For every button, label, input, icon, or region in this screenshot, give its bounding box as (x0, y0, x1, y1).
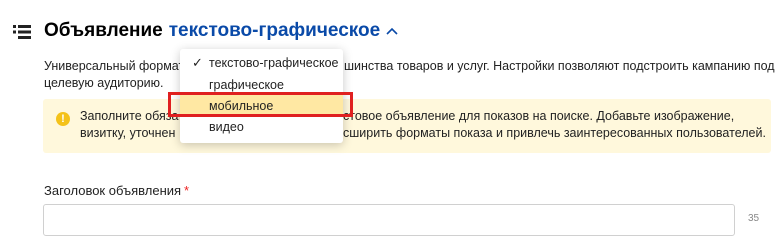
warning-icon: ! (56, 112, 70, 126)
description-text: шинства товаров и услуг. Настройки позво… (344, 59, 775, 73)
headline-label: Заголовок объявления * (44, 183, 190, 198)
notice-text: визитку, уточнен (80, 126, 176, 140)
description-text: целевую аудиторию. (44, 76, 164, 90)
check-icon: ✓ (192, 55, 203, 70)
highlight-box (168, 92, 353, 117)
dropdown-item-text-graphic[interactable]: ✓ текстово-графическое (180, 52, 343, 74)
chevron-up-icon[interactable] (386, 27, 398, 35)
char-counter: 35 (748, 213, 760, 224)
notice-text: Заполните обяза (80, 109, 179, 123)
description-text: Универсальный формат - (44, 59, 192, 73)
required-mark: * (184, 183, 190, 198)
notice-banner: ! Заполните обяза стовое объявление для … (43, 99, 771, 153)
dropdown-item-video[interactable]: видео (180, 116, 343, 138)
headline-input[interactable] (43, 204, 735, 236)
list-icon (13, 25, 31, 39)
page-title: Объявление текстово-графическое (44, 20, 398, 42)
ad-type-selector[interactable]: текстово-графическое (169, 20, 380, 42)
notice-text: сширить форматы показа и привлечь заинте… (343, 126, 766, 140)
ad-label: Объявление (44, 20, 163, 41)
description: Универсальный формат - шинства товаров и… (44, 58, 775, 90)
notice-text: стовое объявление для показов на поиске.… (343, 109, 735, 123)
